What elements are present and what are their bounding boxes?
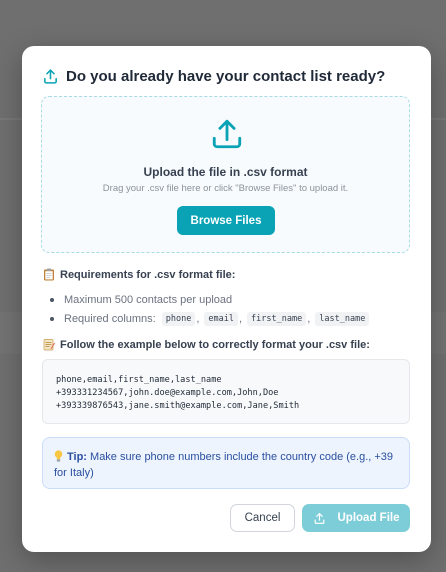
requirements-list: Maximum 500 contacts per upload Required… <box>49 290 370 328</box>
cancel-button[interactable]: Cancel <box>230 504 295 532</box>
upload-icon <box>314 512 324 524</box>
modal-title: Do you already have your contact list re… <box>66 68 386 85</box>
upload-icon <box>42 68 59 85</box>
lightbulb-icon <box>54 450 63 462</box>
file-dropzone[interactable]: Upload the file in .csv format Drag your… <box>41 96 410 253</box>
code-line: phone,email,first_name,last_name <box>56 375 222 385</box>
clipboard-icon <box>43 268 55 281</box>
column-chip-email: email <box>204 311 238 326</box>
columns-label: Required columns: <box>64 312 156 325</box>
tip-text: Make sure phone numbers include the coun… <box>54 451 394 479</box>
list-item: Maximum 500 contacts per upload <box>49 290 369 309</box>
memo-icon <box>43 338 55 351</box>
column-chip-last-name: last_name <box>315 311 370 326</box>
example-heading-text: Follow the example below to correctly fo… <box>60 338 370 351</box>
modal-header: Do you already have your contact list re… <box>42 68 385 85</box>
csv-example-code: phone,email,first_name,last_name +393331… <box>42 359 410 424</box>
tip-callout: Tip: Make sure phone numbers include the… <box>42 437 410 489</box>
requirements-heading: Requirements for .csv format file: <box>43 268 235 281</box>
browse-files-button[interactable]: Browse Files <box>177 206 275 235</box>
upload-icon <box>210 117 244 151</box>
column-chip-phone: phone <box>161 311 196 326</box>
column-chip-first-name: first_name <box>247 311 307 326</box>
upload-contacts-modal: Do you already have your contact list re… <box>22 46 431 552</box>
tip-label: Tip: <box>67 451 87 463</box>
max-contacts-text: Maximum 500 contacts per upload <box>64 293 233 306</box>
list-item: Required columns: phone, email, first_na… <box>49 309 370 328</box>
upload-file-button[interactable]: Upload File <box>302 504 410 532</box>
requirements-heading-text: Requirements for .csv format file: <box>60 268 236 281</box>
dropzone-title: Upload the file in .csv format <box>143 165 308 179</box>
upload-file-label: Upload File <box>337 512 400 524</box>
example-heading: Follow the example below to correctly fo… <box>43 338 370 351</box>
code-line: +393339876543,jane.smith@example.com,Jan… <box>56 401 300 411</box>
dropzone-subtitle: Drag your .csv file here or click "Brows… <box>102 183 349 194</box>
code-line: +393331234567,john.doe@example.com,John,… <box>56 388 279 398</box>
